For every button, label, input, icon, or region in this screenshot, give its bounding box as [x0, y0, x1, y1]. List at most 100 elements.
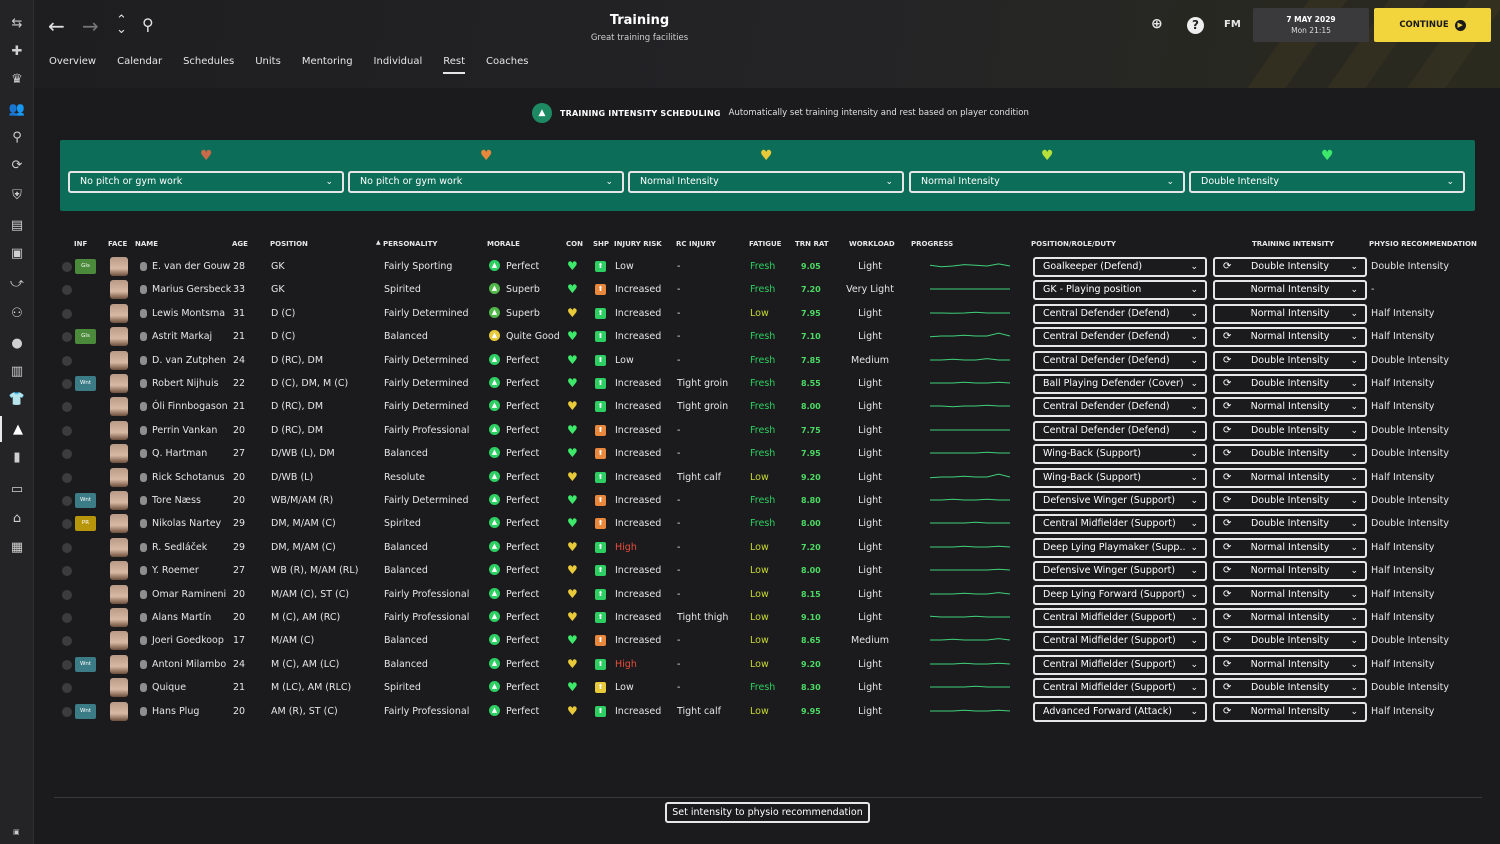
info-badge[interactable]: Wnt — [75, 703, 96, 719]
table-row[interactable]: Rick Schotanus 20 D/WB (L) Resolute ▲ Perfect… — [34, 466, 1500, 489]
player-name[interactable]: Lewis Montsma — [152, 302, 225, 325]
calendar-icon[interactable]: ▦ — [0, 534, 34, 560]
column-header-trn-rat[interactable]: TRN RAT — [795, 240, 829, 248]
shield-icon[interactable]: ⛨ — [0, 182, 34, 208]
status-dot[interactable] — [62, 613, 72, 623]
tab-calendar[interactable]: Calendar — [117, 56, 162, 74]
status-dot[interactable] — [62, 332, 72, 343]
player-name[interactable]: Antoni Milambo — [152, 653, 226, 676]
player-name[interactable]: Perrin Vankan — [152, 419, 217, 442]
player-name[interactable]: Tore Næss — [152, 489, 201, 512]
trophy-icon[interactable]: ♛ — [0, 66, 34, 92]
role-dropdown[interactable]: Wing-Back (Support) ⌄ — [1033, 444, 1207, 465]
column-header-intensity[interactable]: TRAINING INTENSITY — [1252, 240, 1334, 248]
info-badge[interactable]: Gls — [75, 259, 96, 274]
training-intensity-dropdown[interactable]: ⟳ Double Intensity ⌄ — [1213, 491, 1367, 511]
sidebar-footer-icon[interactable]: ▣ — [13, 828, 20, 836]
training-intensity-dropdown[interactable]: Normal Intensity ⌄ — [1213, 280, 1367, 301]
column-header-morale[interactable]: MORALE — [487, 240, 520, 248]
column-header-personality[interactable]: PERSONALITY — [383, 240, 437, 248]
refresh-icon[interactable]: ⟳ — [0, 152, 34, 178]
training-intensity-dropdown[interactable]: ⟳ Normal Intensity ⌄ — [1213, 397, 1367, 418]
training-intensity-dropdown[interactable]: ⟳ Normal Intensity ⌄ — [1213, 327, 1367, 348]
status-dot[interactable] — [62, 472, 72, 483]
status-dot[interactable] — [62, 683, 72, 694]
player-name[interactable]: Robert Nijhuis — [152, 372, 219, 395]
training-intensity-dropdown[interactable]: ⟳ Double Intensity ⌄ — [1213, 257, 1367, 277]
player-name[interactable]: Marius Gersbeck — [152, 278, 231, 301]
status-dot[interactable] — [62, 449, 72, 460]
player-name[interactable]: Joeri Goedkoop — [152, 629, 224, 652]
role-dropdown[interactable]: Central Defender (Defend) ⌄ — [1033, 420, 1207, 441]
table-row[interactable]: Wnt Robert Nijhuis 22 D (C), DM, M (C) Fairl… — [34, 372, 1500, 395]
role-dropdown[interactable]: Defensive Winger (Support) ⌄ — [1033, 561, 1207, 582]
table-row[interactable]: Quique 21 M (LC), AM (RLC) Spirited ▲ Perfect… — [34, 676, 1500, 699]
player-name[interactable]: Hans Plug — [152, 700, 199, 723]
role-dropdown[interactable]: Central Midfielder (Support) ⌄ — [1033, 631, 1207, 652]
table-row[interactable]: Marius Gersbeck 33 GK Spirited ▲ Superb ♥ ⬆ Incr… — [34, 278, 1500, 301]
training-intensity-dropdown[interactable]: ⟳ Normal Intensity ⌄ — [1213, 537, 1367, 558]
player-name[interactable]: E. van der Gouw — [152, 255, 230, 278]
squad-icon[interactable]: ⚇ — [0, 300, 34, 326]
info-badge[interactable]: PR — [75, 516, 96, 532]
column-header-physio[interactable]: PHYSIO RECOMMENDATION — [1369, 240, 1477, 248]
role-dropdown[interactable]: Central Defender (Defend) ⌄ — [1033, 397, 1207, 418]
role-dropdown[interactable]: Central Midfielder (Support) ⌄ — [1033, 608, 1207, 628]
condition-intensity-dropdown[interactable]: No pitch or gym work ⌄ — [348, 171, 624, 193]
player-name[interactable]: R. Sedláček — [152, 536, 207, 559]
info-badge[interactable]: Wnt — [75, 376, 96, 391]
table-row[interactable]: Omar Ramineni 20 M/AM (C), ST (C) Fairly Pr… — [34, 583, 1500, 606]
role-dropdown[interactable]: Goalkeeper (Defend) ⌄ — [1033, 257, 1207, 277]
role-dropdown[interactable]: GK - Playing position ⌄ — [1033, 280, 1207, 301]
role-dropdown[interactable]: Wing-Back (Support) ⌄ — [1033, 467, 1207, 488]
player-name[interactable]: Rick Schotanus — [152, 466, 225, 489]
player-name[interactable]: D. van Zutphen — [152, 349, 226, 372]
table-row[interactable]: Wnt Hans Plug 20 AM (R), ST (C) Fairly Profe… — [34, 700, 1500, 723]
role-dropdown[interactable]: Central Defender (Defend) ⌄ — [1033, 327, 1207, 348]
status-dot[interactable] — [62, 496, 72, 506]
condition-intensity-dropdown[interactable]: Normal Intensity ⌄ — [628, 171, 904, 193]
schedule-icon[interactable]: ▮ — [0, 444, 34, 470]
status-dot[interactable] — [62, 425, 72, 436]
column-header-injury-risk[interactable]: INJURY RISK — [614, 240, 662, 248]
role-dropdown[interactable]: Central Midfielder (Support) ⌄ — [1033, 678, 1207, 699]
column-header-con[interactable]: CON — [566, 240, 583, 248]
player-name[interactable]: Astrit Markaj — [152, 325, 212, 348]
physio-recommendation-button[interactable]: Set intensity to physio recommendation — [665, 802, 870, 823]
role-dropdown[interactable]: Central Midfielder (Support) ⌄ — [1033, 514, 1207, 535]
sort-arrow-icon[interactable]: ▲ — [376, 239, 381, 246]
training-intensity-dropdown[interactable]: ⟳ Double Intensity ⌄ — [1213, 420, 1367, 441]
table-row[interactable]: Gls E. van der Gouw 28 GK Fairly Sporting ▲ Pe… — [34, 255, 1500, 278]
status-dot[interactable] — [62, 308, 72, 319]
training-intensity-dropdown[interactable]: ⟳ Double Intensity ⌄ — [1213, 374, 1367, 394]
help-icon[interactable]: ? — [1187, 17, 1204, 34]
table-row[interactable]: PR Nikolas Nartey 29 DM, M/AM (C) Spirited ▲ P… — [34, 512, 1500, 535]
role-dropdown[interactable]: Central Midfielder (Support) ⌄ — [1033, 654, 1207, 675]
training-intensity-dropdown[interactable]: ⟳ Normal Intensity ⌄ — [1213, 701, 1367, 722]
training-intensity-dropdown[interactable]: ⟳ Normal Intensity ⌄ — [1213, 584, 1367, 605]
column-header-rc-injury[interactable]: RC INJURY — [676, 240, 716, 248]
column-header-position[interactable]: POSITION — [270, 240, 308, 248]
transfer-icon[interactable]: ⇆ — [0, 10, 34, 36]
training-intensity-dropdown[interactable]: ⟳ Double Intensity ⌄ — [1213, 678, 1367, 699]
column-header-fatigue[interactable]: FATIGUE — [749, 240, 781, 248]
condition-intensity-dropdown[interactable]: Normal Intensity ⌄ — [909, 171, 1185, 193]
info-badge[interactable]: Wnt — [75, 493, 96, 508]
table-row[interactable]: Óli Finnbogason 21 D (RC), DM Fairly Determ… — [34, 395, 1500, 418]
status-dot[interactable] — [62, 355, 72, 366]
globe-icon[interactable]: ⊕ — [1151, 16, 1163, 32]
tab-coaches[interactable]: Coaches — [486, 56, 528, 74]
id-card-icon[interactable]: ▣ — [0, 240, 34, 266]
column-header-age[interactable]: AGE — [232, 240, 248, 248]
training-intensity-dropdown[interactable]: ⟳ Normal Intensity ⌄ — [1213, 467, 1367, 488]
status-dot[interactable] — [62, 285, 72, 296]
home-icon[interactable]: ⌂ — [0, 505, 34, 531]
tab-overview[interactable]: Overview — [49, 56, 96, 74]
info-badge[interactable]: Gls — [75, 329, 96, 345]
status-dot[interactable] — [62, 519, 72, 530]
tab-schedules[interactable]: Schedules — [183, 56, 234, 74]
info-badge[interactable]: Wnt — [75, 656, 96, 672]
player-name[interactable]: Nikolas Nartey — [152, 512, 221, 535]
role-dropdown[interactable]: Advanced Forward (Attack) ⌄ — [1033, 701, 1207, 722]
column-header-progress[interactable]: PROGRESS — [911, 240, 953, 248]
